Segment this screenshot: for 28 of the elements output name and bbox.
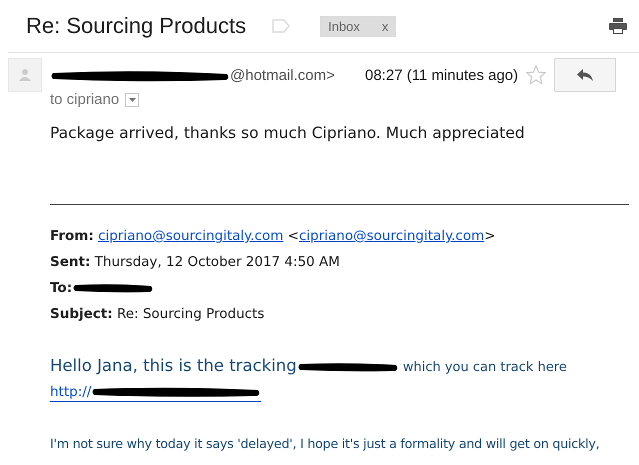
recipient-text: to cipriano (50, 91, 120, 108)
star-icon[interactable] (526, 65, 546, 85)
quoted-subject: Re: Sourcing Products (116, 306, 264, 322)
tracking-link[interactable]: http:// (50, 383, 92, 401)
field-label: From: (50, 228, 94, 244)
email-link[interactable]: cipriano@sourcingitaly.com (98, 228, 284, 244)
sent-date: Thursday, 12 October 2017 4:50 AM (94, 254, 340, 270)
caret-icon (128, 98, 136, 102)
reply-icon (576, 68, 594, 82)
bracket-text: < (288, 228, 299, 244)
field-label: To: (50, 280, 72, 296)
remove-label-button[interactable]: x (382, 18, 388, 34)
message-body: Package arrived, thanks so much Cipriano. Much appreciated (50, 124, 526, 142)
reply-button[interactable] (554, 58, 616, 92)
bracket-text: > (484, 228, 496, 244)
greeting-text: Hello Jana, this is the tracking (50, 356, 297, 375)
details-dropdown[interactable] (125, 92, 140, 106)
avatar-icon (18, 68, 32, 82)
message-paragraph: I'm not sure why today it says 'delayed', I hope it's just a formality and will get on quickly, (50, 435, 600, 453)
sender-address: @hotmail.com> (230, 66, 335, 84)
message-time: 08:27 (11 minutes ago) (365, 66, 518, 84)
label-text: Inbox (328, 18, 360, 34)
print-icon[interactable] (609, 18, 627, 34)
field-label: Sent: (50, 254, 90, 270)
field-label: Subject: (50, 306, 113, 322)
email-link[interactable]: cipriano@sourcingitaly.com (298, 228, 484, 244)
greeting-text: which you can track here (402, 360, 567, 375)
subject-title: Re: Sourcing Products (26, 13, 246, 39)
